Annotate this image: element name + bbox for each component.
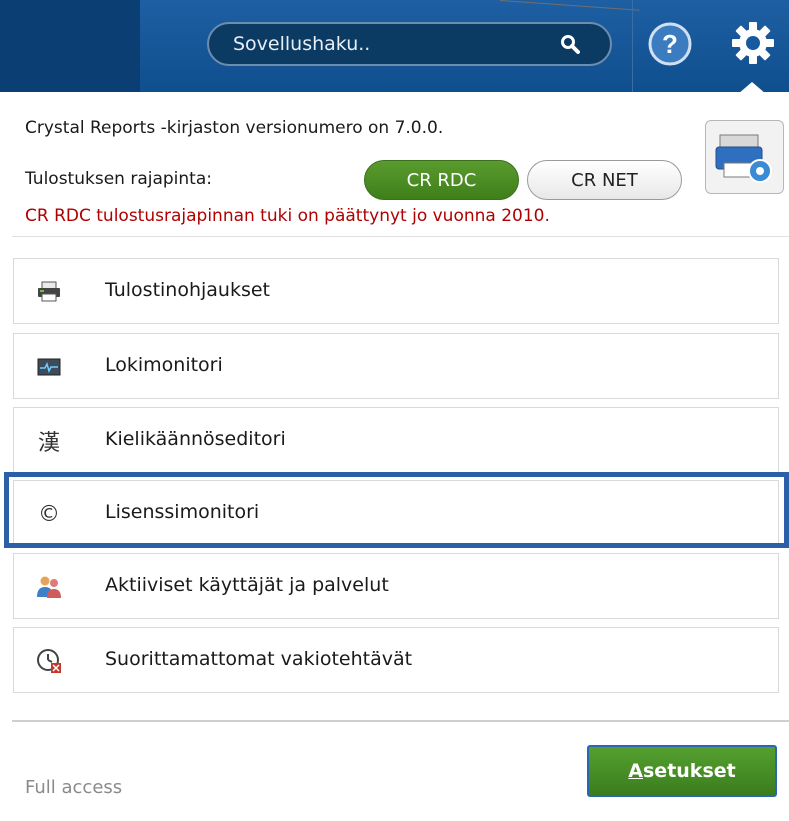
version-text: Crystal Reports -kirjaston versionumero … xyxy=(25,118,444,138)
search-placeholder: Sovellushaku.. xyxy=(233,33,371,55)
menu-item-license-monitor[interactable]: © Lisenssimonitori xyxy=(13,480,779,546)
menu-item-printer-controls[interactable]: Tulostinohjaukset xyxy=(13,258,779,324)
footer-divider xyxy=(12,720,789,722)
top-toolbar: Sovellushaku.. ? xyxy=(0,0,789,94)
section-divider xyxy=(12,236,789,237)
settings-button[interactable]: Asetukset xyxy=(587,745,777,797)
printer-icon xyxy=(36,279,62,305)
clock-icon xyxy=(36,648,62,674)
cr-rdc-toggle[interactable]: CR RDC xyxy=(364,160,519,200)
cr-rdc-label: CR RDC xyxy=(406,169,477,191)
access-level-text: Full access xyxy=(25,777,123,798)
printer-settings-button[interactable] xyxy=(705,120,784,194)
help-label: ? xyxy=(662,29,678,59)
copyright-icon: © xyxy=(38,501,60,527)
search-input[interactable]: Sovellushaku.. xyxy=(207,22,612,66)
menu-item-translation-editor[interactable]: 漢 Kielikäännöseditori xyxy=(13,407,779,473)
menu-item-label: Lisenssimonitori xyxy=(105,501,260,523)
deprecation-warning: CR RDC tulostusrajapinnan tuki on päätty… xyxy=(25,206,550,226)
interface-label: Tulostuksen rajapinta: xyxy=(25,169,212,189)
toolbar-divider xyxy=(632,0,633,92)
printer-settings-icon xyxy=(715,134,772,183)
menu-item-label: Tulostinohjaukset xyxy=(105,279,271,301)
help-icon[interactable]: ? xyxy=(648,22,692,66)
menu-item-label: Aktiiviset käyttäjät ja palvelut xyxy=(105,574,389,596)
users-icon xyxy=(36,574,62,600)
menu-item-label: Suorittamattomat vakiotehtävät xyxy=(105,648,413,670)
menu-item-log-monitor[interactable]: Lokimonitori xyxy=(13,333,779,399)
popover-notch xyxy=(738,82,766,94)
search-icon[interactable] xyxy=(560,34,580,54)
toolbar-left-accent xyxy=(0,0,140,92)
monitor-icon xyxy=(36,354,62,380)
gear-icon[interactable] xyxy=(729,18,777,68)
menu-item-label: Lokimonitori xyxy=(105,354,223,376)
kanji-icon: 漢 xyxy=(37,431,60,456)
cr-net-label: CR NET xyxy=(571,169,638,191)
decorative-line xyxy=(499,0,640,11)
menu-item-pending-tasks[interactable]: Suorittamattomat vakiotehtävät xyxy=(13,627,779,693)
cr-net-toggle[interactable]: CR NET xyxy=(527,160,682,200)
menu-item-active-users[interactable]: Aktiiviset käyttäjät ja palvelut xyxy=(13,553,779,619)
menu-item-label: Kielikäännöseditori xyxy=(105,428,286,450)
